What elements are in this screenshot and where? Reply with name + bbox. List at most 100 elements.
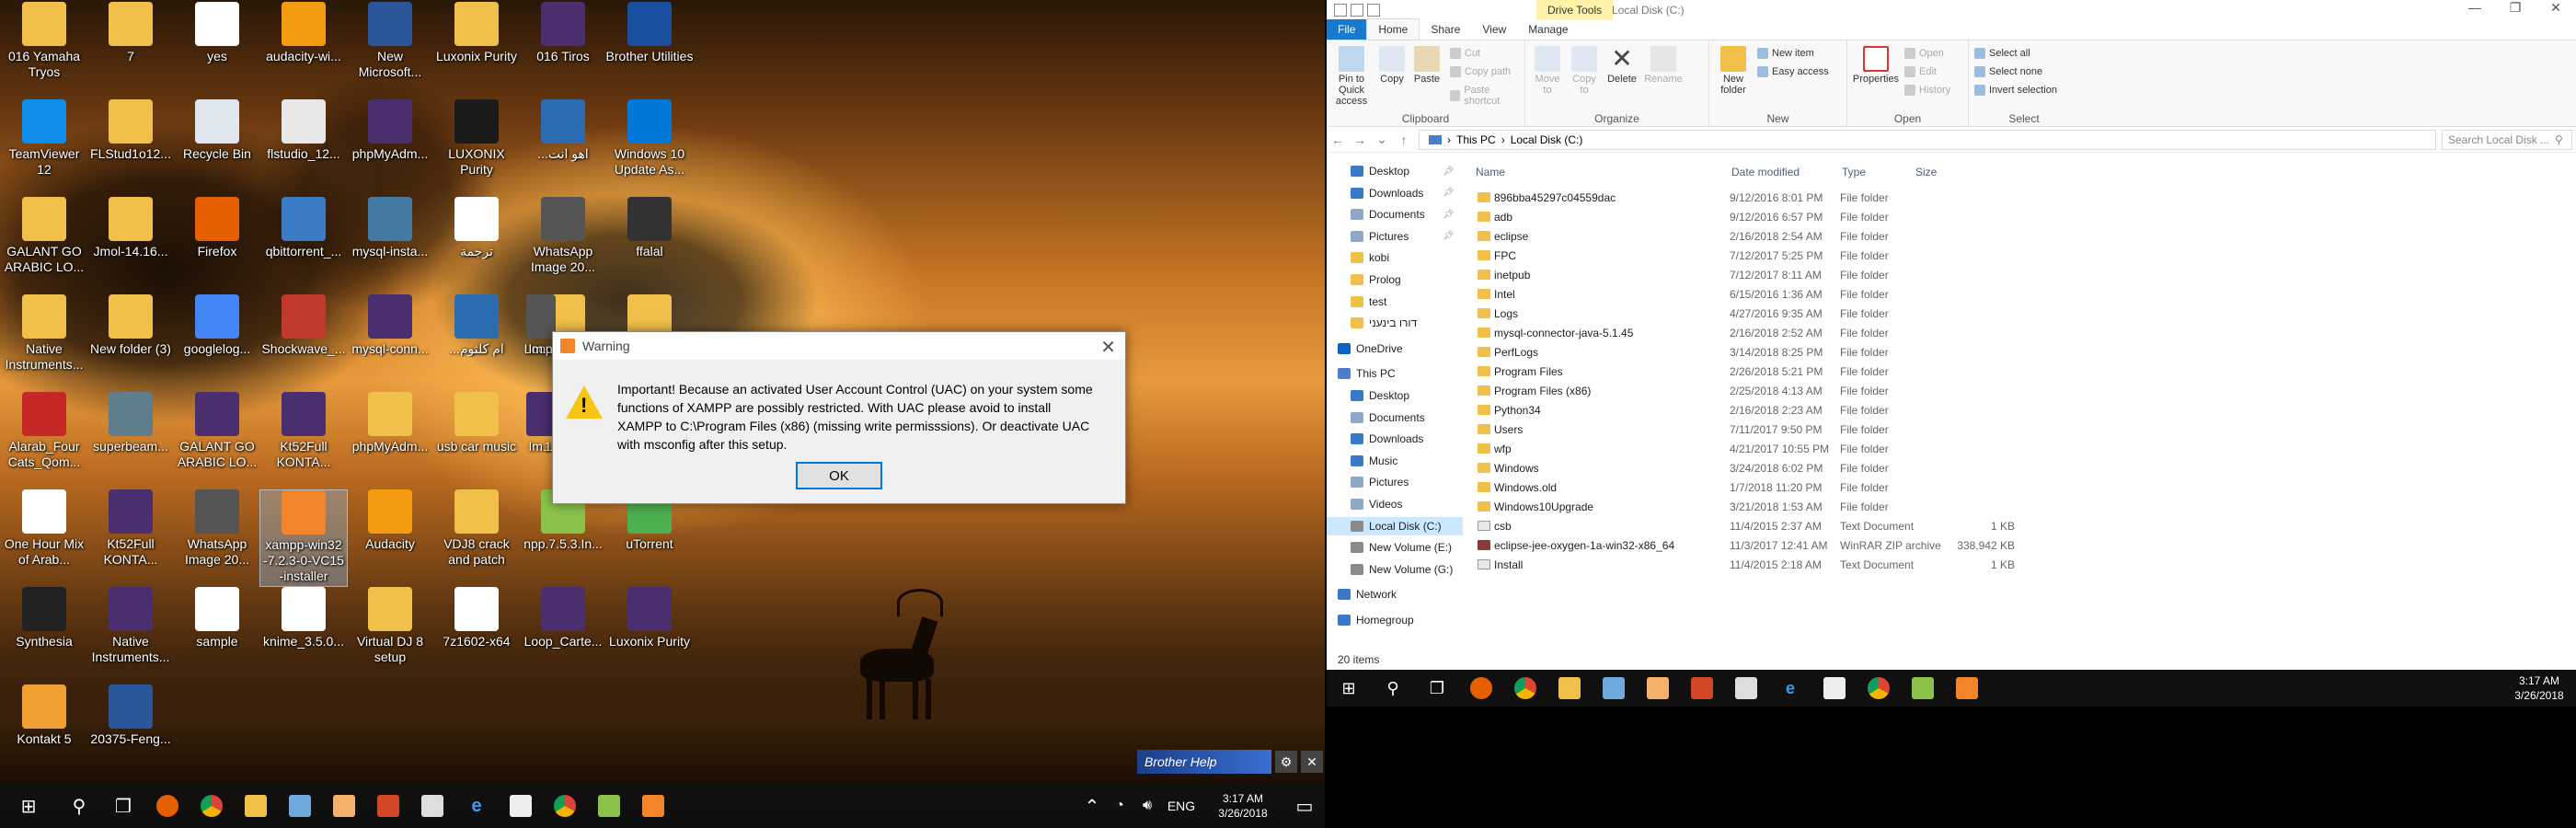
taskbar-clock[interactable]: 3:17 AM 3/26/2018 bbox=[2502, 673, 2576, 703]
column-header-type[interactable]: Type bbox=[1842, 166, 1866, 178]
file-row[interactable]: Python34 2/16/2018 2:23 AM File folder bbox=[1474, 400, 1989, 420]
file-row[interactable]: Windows10Upgrade 3/21/2018 1:53 AM File fo… bbox=[1474, 497, 1989, 516]
desktop-icon[interactable]: Luxonix Purity bbox=[605, 587, 694, 684]
move-to-button[interactable]: Move to bbox=[1531, 46, 1564, 96]
desktop-icon[interactable]: 7 bbox=[86, 2, 175, 99]
quick-icon[interactable] bbox=[1367, 4, 1380, 17]
tab-view[interactable]: View bbox=[1471, 19, 1517, 40]
nav-item[interactable]: Pictures bbox=[1327, 473, 1409, 491]
desktop-icon[interactable]: xampp-win32 -7.2.3-0-VC15 -installer bbox=[259, 489, 348, 587]
powerpoint-taskbar-icon[interactable] bbox=[366, 784, 410, 828]
properties-button[interactable]: Properties bbox=[1851, 46, 1901, 85]
language-indicator[interactable]: ENG bbox=[1161, 784, 1202, 828]
recent-dropdown-button[interactable]: ⌄ bbox=[1371, 132, 1393, 147]
desktop-icon[interactable]: LUXONIX Purity bbox=[432, 99, 521, 197]
desktop-icon[interactable]: New Microsoft... bbox=[346, 2, 434, 99]
desktop-icon[interactable]: ترجمة bbox=[432, 197, 521, 294]
copy-path-button[interactable]: Copy path bbox=[1450, 66, 1511, 77]
explorer-titlebar[interactable]: Drive Tools Local Disk (C:) — ❐ ✕ bbox=[1327, 0, 2576, 20]
file-row[interactable]: mysql-connector-java-5.1.45 2/16/2018 2:5… bbox=[1474, 323, 1989, 342]
app-taskbar-icon[interactable] bbox=[1592, 670, 1636, 707]
file-row[interactable]: Windows.old 1/7/2018 11:20 PM File folder bbox=[1474, 477, 1989, 497]
desktop-icon[interactable]: Virtual DJ 8 setup bbox=[346, 587, 434, 684]
file-explorer-taskbar-icon[interactable] bbox=[234, 784, 278, 828]
desktop-icon[interactable]: Native Instruments... bbox=[86, 587, 175, 684]
tab-home[interactable]: Home bbox=[1366, 18, 1420, 40]
new-folder-button[interactable]: New folder bbox=[1715, 46, 1752, 96]
nav-item[interactable]: New Volume (G:) bbox=[1327, 560, 1453, 579]
quick-icon[interactable] bbox=[1351, 4, 1363, 17]
file-row[interactable]: Windows 3/24/2018 6:02 PM File folder bbox=[1474, 458, 1989, 477]
copy-button[interactable]: Copy bbox=[1376, 46, 1408, 85]
column-header-name[interactable]: Name bbox=[1476, 166, 1505, 178]
desktop-icon[interactable]: ...اهو انت bbox=[519, 99, 607, 197]
desktop-icon[interactable]: flstudio_12... bbox=[259, 99, 348, 197]
firefox-taskbar-icon[interactable] bbox=[1459, 670, 1503, 707]
start-icon[interactable]: ⊞ bbox=[0, 784, 57, 828]
file-row[interactable]: PerfLogs 3/14/2018 8:25 PM File folder bbox=[1474, 342, 1989, 362]
file-row[interactable]: FPC 7/12/2017 5:25 PM File folder bbox=[1474, 246, 1989, 265]
desktop-icon[interactable]: WhatsApp Image 20... bbox=[519, 197, 607, 294]
desktop-icon[interactable]: superbeam... bbox=[86, 392, 175, 489]
column-header-size[interactable]: Size bbox=[1915, 166, 1937, 178]
desktop-icon[interactable]: New folder (3) bbox=[86, 294, 175, 392]
forward-button[interactable]: → bbox=[1349, 132, 1371, 147]
nav-item[interactable]: Documents bbox=[1327, 408, 1425, 427]
breadcrumb-this-pc[interactable]: This PC bbox=[1456, 133, 1496, 146]
desktop-icon[interactable]: 016 Tiros bbox=[519, 2, 607, 99]
desktop-icon[interactable]: mysql-insta... bbox=[346, 197, 434, 294]
notepadpp-taskbar-icon[interactable] bbox=[1901, 670, 1945, 707]
desktop-icon[interactable]: phpMyAdm... bbox=[346, 392, 434, 489]
nav-item[interactable]: Pictures 📌︎ bbox=[1327, 227, 1455, 246]
desktop-icon[interactable]: Kontakt 5 bbox=[0, 684, 88, 782]
brother-settings-icon[interactable]: ⚙ bbox=[1275, 751, 1297, 773]
nav-item[interactable]: Network bbox=[1327, 585, 1397, 604]
nav-item[interactable]: Local Disk (C:) bbox=[1327, 516, 1463, 535]
desktop-icon[interactable]: Windows 10 Update As... bbox=[605, 99, 694, 197]
close-button[interactable]: ✕ bbox=[2536, 0, 2576, 20]
store-taskbar-icon[interactable] bbox=[1812, 670, 1857, 707]
up-button[interactable]: ↑ bbox=[1393, 132, 1415, 147]
chrome-taskbar-icon[interactable] bbox=[543, 784, 587, 828]
desktop-icon[interactable]: FLStud1o12... bbox=[86, 99, 175, 197]
store-taskbar-icon[interactable] bbox=[499, 784, 543, 828]
desktop-icon[interactable]: yes bbox=[173, 2, 261, 99]
brother-close-icon[interactable]: ✕ bbox=[1301, 751, 1323, 773]
easy-access-button[interactable]: Easy access bbox=[1757, 66, 1829, 77]
search-box[interactable]: Search Local Disk ... ⚲ bbox=[2442, 130, 2572, 150]
desktop-icon[interactable]: qbittorrent_... bbox=[259, 197, 348, 294]
breadcrumb-local-disk[interactable]: Local Disk (C:) bbox=[1511, 133, 1583, 146]
desktop-icon[interactable]: Audacity bbox=[346, 489, 434, 587]
file-row[interactable]: Users 7/11/2017 9:50 PM File folder bbox=[1474, 420, 1989, 439]
app-taskbar-icon[interactable] bbox=[278, 784, 322, 828]
task-view-icon[interactable]: ❐ bbox=[101, 784, 145, 828]
search-icon[interactable]: ⚲ bbox=[1371, 670, 1415, 707]
desktop-icon[interactable]: GALANT GO ARABIC LO... bbox=[173, 392, 261, 489]
desktop-icon[interactable]: knime_3.5.0... bbox=[259, 587, 348, 684]
desktop-icon[interactable]: VDJ8 crack and patch bbox=[432, 489, 521, 587]
desktop-icon[interactable]: mysql-conn... bbox=[346, 294, 434, 392]
desktop-icon[interactable]: Jmol-14.16... bbox=[86, 197, 175, 294]
xampp-taskbar-icon[interactable] bbox=[1945, 670, 1989, 707]
cut-button[interactable]: Cut bbox=[1450, 48, 1480, 59]
chevron-up-icon[interactable]: ⌃ bbox=[1078, 784, 1106, 828]
brother-help-button[interactable]: Brother Help bbox=[1137, 750, 1271, 774]
paste-button[interactable]: Paste bbox=[1411, 46, 1443, 85]
network-icon[interactable]: ◔ bbox=[1106, 784, 1133, 828]
desktop-icon[interactable]: Alarab_Four Cats_Qom... bbox=[0, 392, 88, 489]
select-none-button[interactable]: Select none bbox=[1974, 66, 2042, 77]
desktop-icon[interactable]: sample bbox=[173, 587, 261, 684]
desktop-icon[interactable]: Kt52Full KONTA... bbox=[259, 392, 348, 489]
desktop-icon[interactable]: Luxonix Purity bbox=[432, 2, 521, 99]
nav-item[interactable]: This PC bbox=[1327, 364, 1396, 383]
nav-item[interactable]: Documents 📌︎ bbox=[1327, 205, 1455, 224]
select-all-button[interactable]: Select all bbox=[1974, 48, 2030, 59]
taskbar-clock[interactable]: 3:17 AM 3/26/2018 bbox=[1202, 791, 1284, 821]
firefox-taskbar-icon[interactable] bbox=[145, 784, 190, 828]
nav-item[interactable]: Downloads bbox=[1327, 430, 1423, 448]
chrome-taskbar-icon[interactable] bbox=[1503, 670, 1547, 707]
desktop-icon[interactable]: 7z1602-x64 bbox=[432, 587, 521, 684]
nav-item[interactable]: Desktop 📌︎ bbox=[1327, 162, 1455, 180]
media-taskbar-icon[interactable] bbox=[1636, 670, 1680, 707]
history-button[interactable]: History bbox=[1904, 85, 1950, 96]
